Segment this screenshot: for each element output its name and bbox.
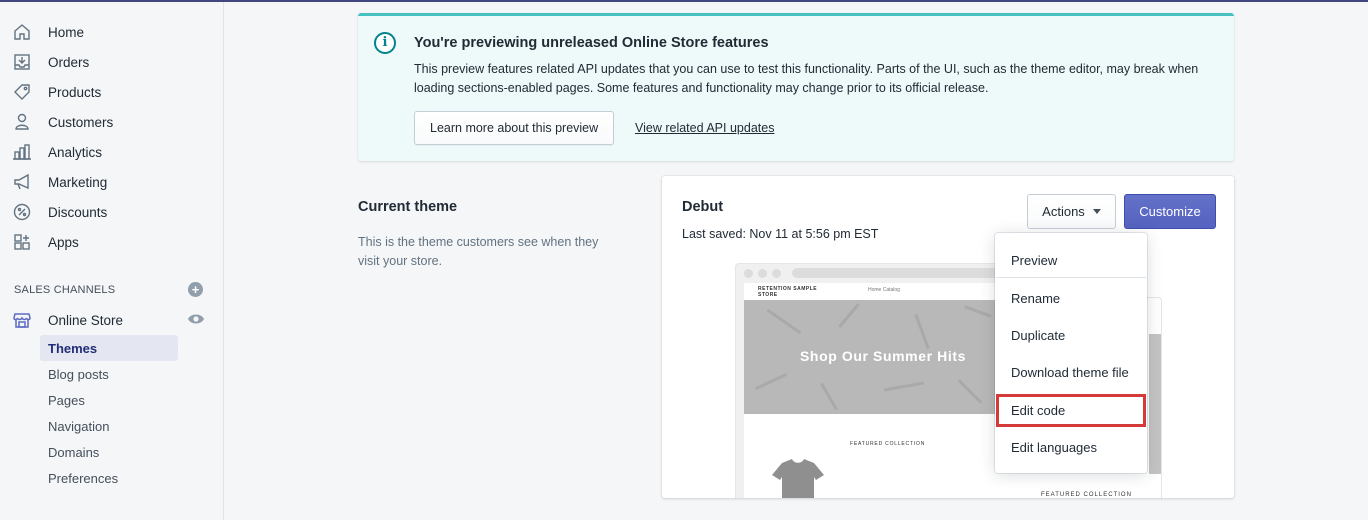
sidebar-item-label: Apps <box>48 234 79 250</box>
orders-icon <box>10 51 34 73</box>
hero-pattern <box>957 379 983 404</box>
menu-item-duplicate[interactable]: Duplicate <box>996 319 1146 352</box>
desktop-preview: RETENTION SAMPLE STORE Home Catalog Shop… <box>735 263 1014 498</box>
hero-pattern <box>914 314 930 349</box>
view-api-updates-link[interactable]: View related API updates <box>635 121 774 135</box>
sidebar-item-apps[interactable]: Apps <box>10 228 210 256</box>
sidebar-item-marketing[interactable]: Marketing <box>10 168 210 196</box>
sidebar-subitem-pages[interactable]: Pages <box>40 387 178 413</box>
hero-pattern <box>838 303 860 328</box>
store-name: RETENTION SAMPLE STORE <box>758 286 818 298</box>
window-dot <box>772 269 781 278</box>
sidebar-item-label: Customers <box>48 114 114 130</box>
theme-card: Debut Last saved: Nov 11 at 5:56 pm EST … <box>662 176 1234 498</box>
sidebar-item-label: Analytics <box>48 144 103 160</box>
menu-item-preview[interactable]: Preview <box>996 244 1146 277</box>
eye-icon[interactable] <box>187 312 205 326</box>
hero-pattern <box>964 305 992 318</box>
current-theme-heading: Current theme <box>358 199 458 215</box>
window-dot <box>758 269 767 278</box>
apps-icon <box>10 231 34 253</box>
sidebar-subitem-domains[interactable]: Domains <box>40 439 178 465</box>
mobile-featured-label: FEATURED COLLECTION <box>1041 492 1132 498</box>
banner-body: This preview features related API update… <box>414 62 1199 95</box>
menu-item-download-theme[interactable]: Download theme file <box>996 356 1146 389</box>
hero-pattern <box>766 308 802 335</box>
store-nav: Home Catalog <box>868 287 900 293</box>
sidebar-item-orders[interactable]: Orders <box>10 48 210 76</box>
menu-item-edit-languages[interactable]: Edit languages <box>996 431 1146 464</box>
theme-name: Debut <box>682 199 724 215</box>
sidebar-item-discounts[interactable]: Discounts <box>10 198 210 226</box>
info-icon: i <box>374 32 396 54</box>
actions-label: Actions <box>1042 204 1085 219</box>
sidebar-subitem-themes[interactable]: Themes <box>40 335 178 361</box>
store-preview: RETENTION SAMPLE STORE Home Catalog Shop… <box>744 283 1014 498</box>
sales-channels-heading: SALES CHANNELS <box>14 284 116 296</box>
mobile-preview-image <box>1149 334 1161 474</box>
last-saved-text: Last saved: Nov 11 at 5:56 pm EST <box>682 227 879 241</box>
window-dot <box>744 269 753 278</box>
add-sales-channel-icon[interactable]: + <box>188 282 203 297</box>
sidebar-item-label: Discounts <box>48 204 108 220</box>
menu-item-rename[interactable]: Rename <box>996 282 1146 315</box>
hero-pattern <box>754 372 788 391</box>
tshirt-image <box>772 459 824 498</box>
sidebar-item-label: Orders <box>48 54 90 70</box>
url-bar <box>792 268 1002 278</box>
preview-banner: i You're previewing unreleased Online St… <box>358 13 1234 161</box>
home-icon <box>10 21 34 43</box>
hero-banner: Shop Our Summer Hits <box>744 300 1014 414</box>
discount-icon <box>10 201 34 223</box>
sidebar-item-home[interactable]: Home <box>10 18 210 46</box>
tag-icon <box>10 81 34 103</box>
hero-pattern <box>820 382 838 411</box>
actions-button[interactable]: Actions <box>1027 194 1116 229</box>
sidebar-item-label: Products <box>48 84 102 100</box>
learn-more-button[interactable]: Learn more about this preview <box>414 111 615 145</box>
bar-chart-icon <box>10 141 34 163</box>
hero-text: Shop Our Summer Hits <box>799 348 967 364</box>
current-theme-description: This is the theme customers see when the… <box>358 235 599 268</box>
sidebar-item-label: Marketing <box>48 174 108 190</box>
person-icon <box>10 111 34 133</box>
store-icon <box>10 309 34 331</box>
menu-divider <box>996 277 1146 278</box>
sidebar-subitem-blog-posts[interactable]: Blog posts <box>40 361 178 387</box>
sidebar-item-products[interactable]: Products <box>10 78 210 106</box>
menu-item-edit-code[interactable]: Edit code <box>996 394 1146 427</box>
caret-down-icon <box>1092 209 1101 214</box>
actions-menu: Preview Rename Duplicate Download theme … <box>995 233 1147 473</box>
sidebar-item-online-store[interactable]: Online Store <box>10 306 210 334</box>
hero-pattern <box>884 381 924 392</box>
featured-collection-label: FEATURED COLLECTION <box>850 441 926 447</box>
sidebar-item-label: Online Store <box>48 312 124 328</box>
sidebar-item-analytics[interactable]: Analytics <box>10 138 210 166</box>
sidebar: Home Orders Products Customers Analytics… <box>0 2 224 520</box>
sidebar-subitem-preferences[interactable]: Preferences <box>40 465 178 491</box>
sidebar-subitem-navigation[interactable]: Navigation <box>40 413 178 439</box>
megaphone-icon <box>10 171 34 193</box>
sidebar-item-customers[interactable]: Customers <box>10 108 210 136</box>
customize-button[interactable]: Customize <box>1124 194 1216 229</box>
banner-title: You're previewing unreleased Online Stor… <box>414 35 769 51</box>
sidebar-item-label: Home <box>48 24 85 40</box>
